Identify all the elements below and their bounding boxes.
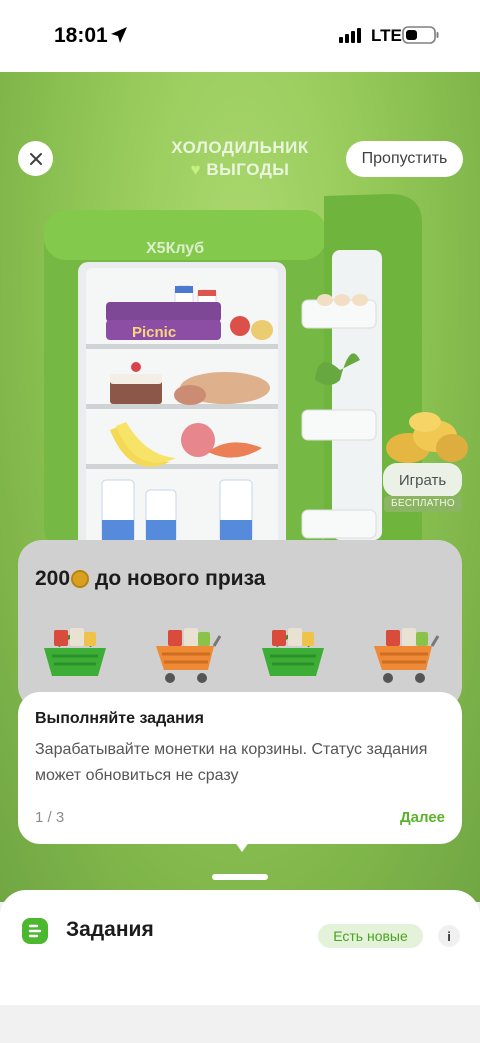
tooltip-step-counter: 1 / 3 — [35, 809, 65, 826]
coin-icon — [71, 570, 90, 588]
tasks-title: Задания — [66, 918, 154, 941]
network-type: LTE — [371, 26, 402, 45]
orange-cart-icon — [156, 628, 222, 683]
green-basket-icon — [262, 628, 324, 676]
battery-icon — [402, 26, 439, 44]
new-tasks-badge: Есть новые — [318, 924, 423, 948]
tooltip-title: Выполняйте задания — [35, 710, 204, 727]
prize-text: до нового приза — [95, 567, 266, 590]
tooltip-arrow — [232, 838, 252, 852]
status-time: 18:01 — [54, 24, 108, 47]
tasks-sheet[interactable]: Задания Есть новые i — [0, 890, 480, 1005]
onboarding-tooltip: Выполняйте задания Зарабатывайте монетки… — [18, 692, 462, 844]
tooltip-text: Зарабатывайте монетки на корзины. Статус… — [35, 741, 428, 784]
orange-cart-icon — [374, 628, 440, 683]
cellular-signal-icon — [339, 28, 361, 43]
prize-panel: 200 до нового приза — [18, 540, 462, 710]
prize-title: 200 до нового приза — [35, 567, 265, 591]
prize-amount: 200 — [35, 567, 71, 590]
sheet-drag-handle[interactable] — [212, 874, 268, 880]
green-basket-icon — [44, 628, 106, 676]
info-button[interactable]: i — [438, 925, 460, 947]
tasks-list-icon — [22, 918, 48, 944]
location-arrow-icon — [111, 27, 127, 43]
tooltip-next-button[interactable]: Далее — [400, 809, 445, 826]
status-bar: 18:01 LTE — [0, 0, 480, 72]
